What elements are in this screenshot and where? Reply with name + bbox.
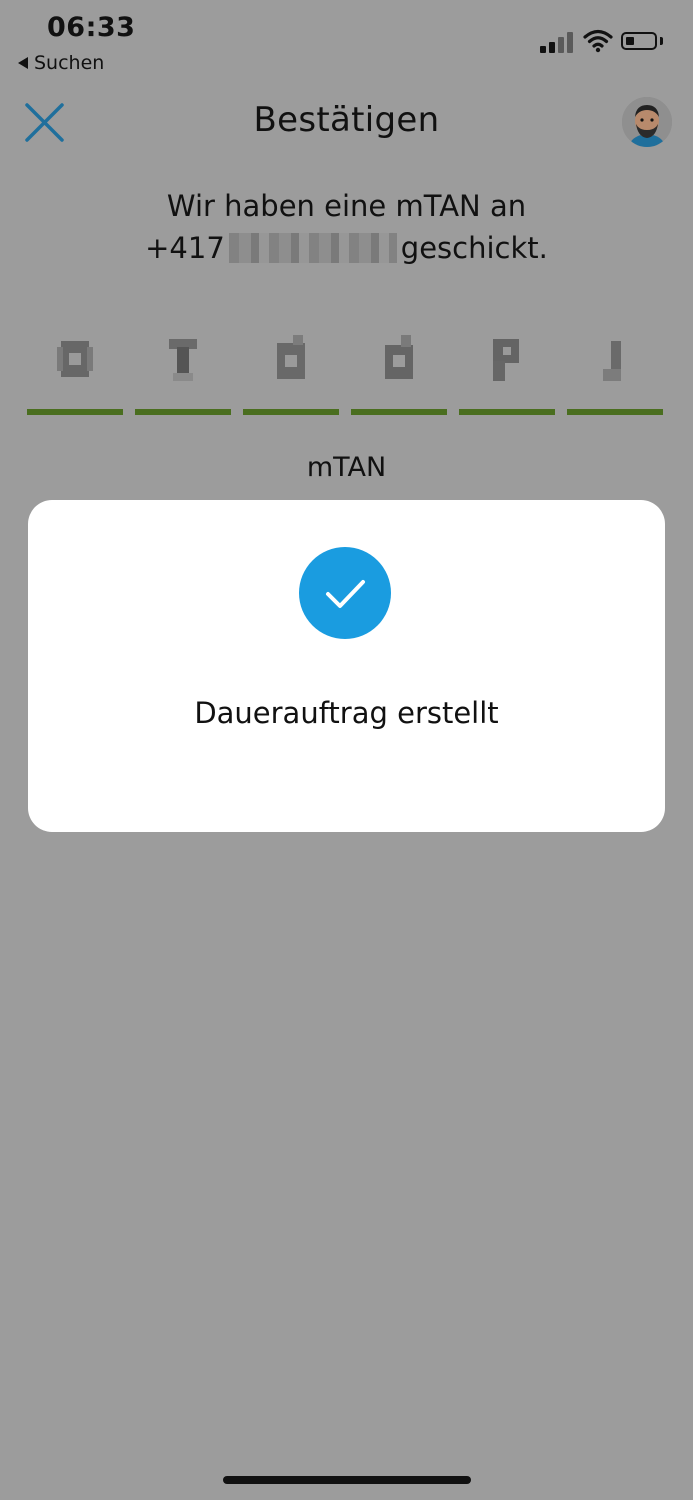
avatar-illustration-icon — [622, 97, 672, 147]
battery-icon — [621, 32, 657, 50]
pixelated-digit — [385, 335, 413, 379]
code-underline — [27, 409, 123, 415]
mtan-code-input[interactable] — [27, 325, 664, 415]
pixelated-digit — [169, 339, 197, 381]
pixelated-digit — [493, 339, 519, 381]
battery-cap — [660, 37, 663, 45]
phone-number-redacted — [228, 233, 397, 263]
back-to-app-link[interactable]: Suchen — [18, 52, 104, 74]
mtan-label: mTAN — [306, 452, 387, 483]
code-underline — [243, 409, 339, 415]
pixelated-digit — [57, 341, 93, 377]
message-line-1: Wir haben eine mTAN an — [166, 189, 527, 223]
code-digit-4[interactable] — [351, 325, 447, 415]
page-title: Bestätigen — [253, 100, 440, 140]
battery-level-fill — [626, 37, 634, 45]
wifi-icon — [583, 29, 613, 53]
code-digit-6[interactable] — [567, 325, 663, 415]
code-digit-2[interactable] — [135, 325, 231, 415]
success-badge — [299, 547, 391, 639]
status-time: 06:33 — [47, 12, 136, 43]
code-underline — [351, 409, 447, 415]
success-message: Dauerauftrag erstellt — [194, 696, 499, 730]
code-underline — [567, 409, 663, 415]
pixelated-digit — [277, 335, 305, 379]
code-underline — [459, 409, 555, 415]
sms-confirmation-message: Wir haben eine mTAN an +417 geschickt. — [0, 185, 693, 269]
message-line-2: +417 geschickt. — [0, 227, 693, 269]
code-underline — [135, 409, 231, 415]
home-indicator[interactable] — [223, 1476, 471, 1484]
pixelated-digit — [603, 341, 621, 381]
message-line-2-suffix: geschickt. — [400, 231, 548, 265]
code-digit-1[interactable] — [27, 325, 123, 415]
phone-number-prefix: +417 — [145, 231, 225, 265]
cellular-signal-icon — [540, 31, 576, 53]
success-dialog: Dauerauftrag erstellt — [28, 500, 665, 832]
code-digit-5[interactable] — [459, 325, 555, 415]
back-app-label: Suchen — [34, 52, 105, 74]
checkmark-icon — [326, 580, 365, 608]
code-digit-3[interactable] — [243, 325, 339, 415]
back-triangle-icon — [18, 57, 28, 69]
user-avatar[interactable] — [622, 97, 672, 147]
